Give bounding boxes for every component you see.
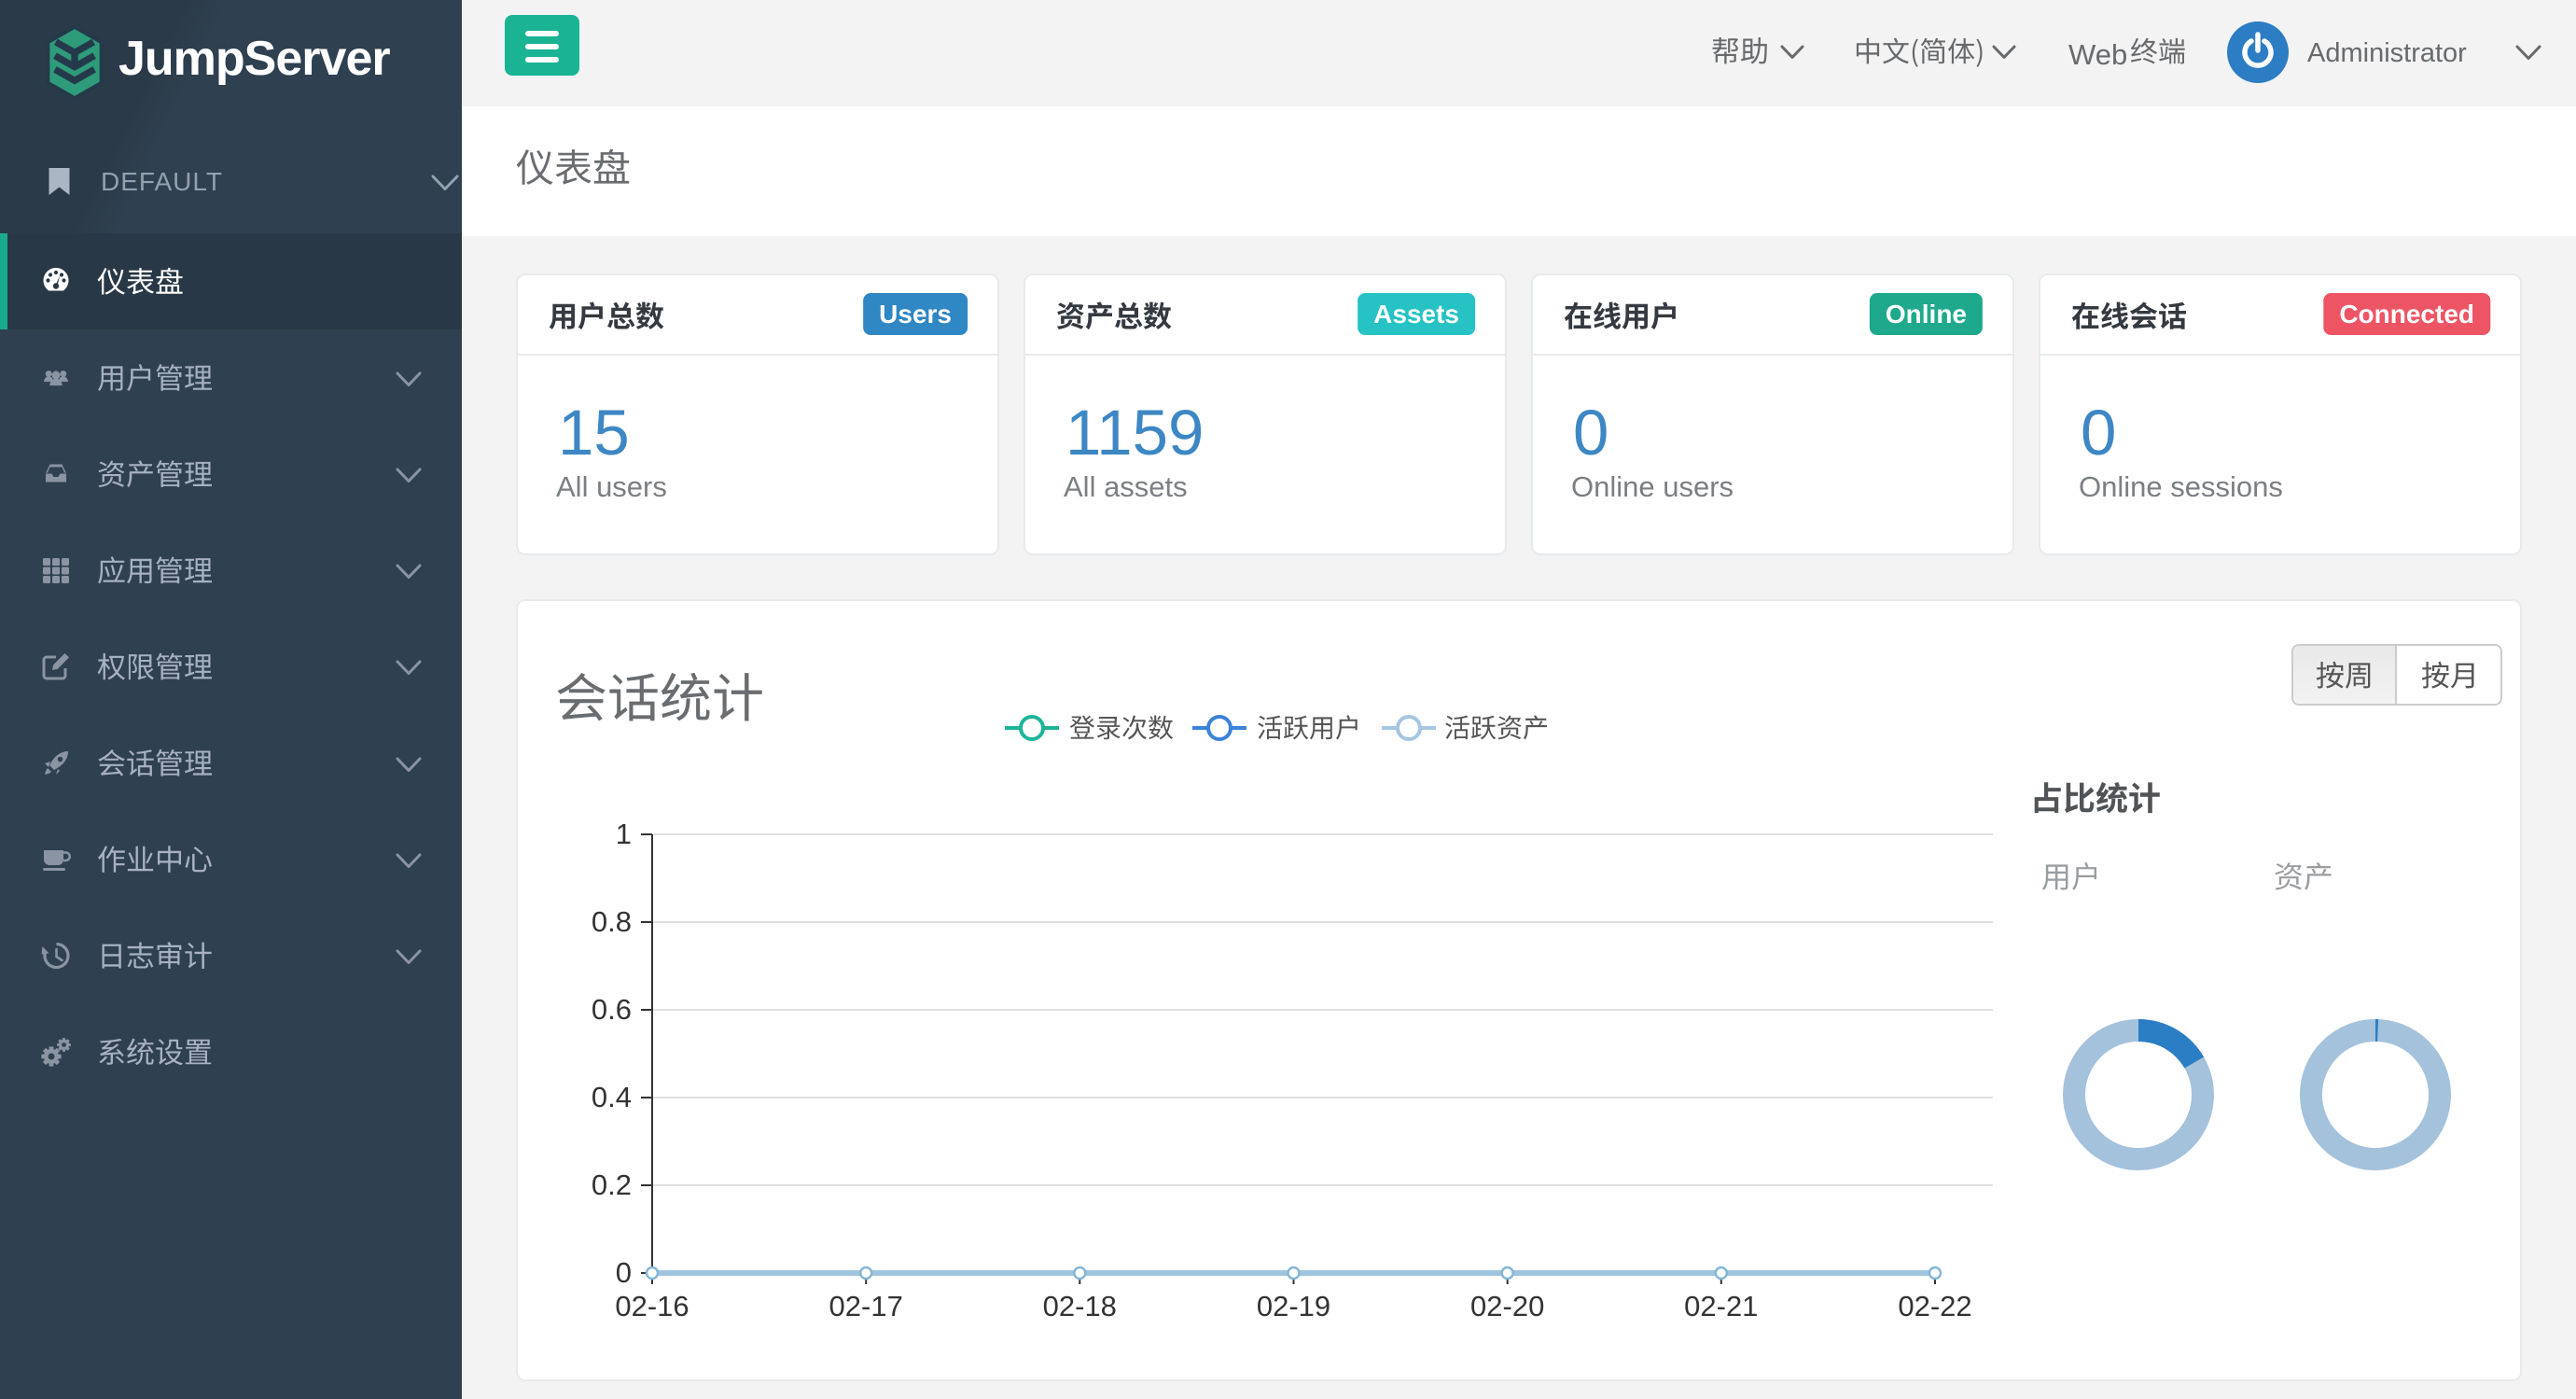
svg-text:0.2: 0.2 [592,1168,632,1201]
svg-text:02-22: 02-22 [1898,1290,1971,1322]
svg-text:0: 0 [616,1256,632,1289]
svg-text:0.4: 0.4 [592,1081,632,1113]
svg-text:02-16: 02-16 [615,1290,689,1322]
svg-text:1: 1 [616,818,632,850]
svg-text:02-17: 02-17 [829,1290,903,1322]
svg-text:02-19: 02-19 [1257,1290,1330,1322]
svg-text:02-21: 02-21 [1684,1290,1758,1322]
svg-text:0.6: 0.6 [592,993,632,1026]
svg-text:02-18: 02-18 [1043,1290,1117,1322]
svg-text:02-20: 02-20 [1470,1290,1544,1322]
svg-text:0.8: 0.8 [592,905,632,938]
